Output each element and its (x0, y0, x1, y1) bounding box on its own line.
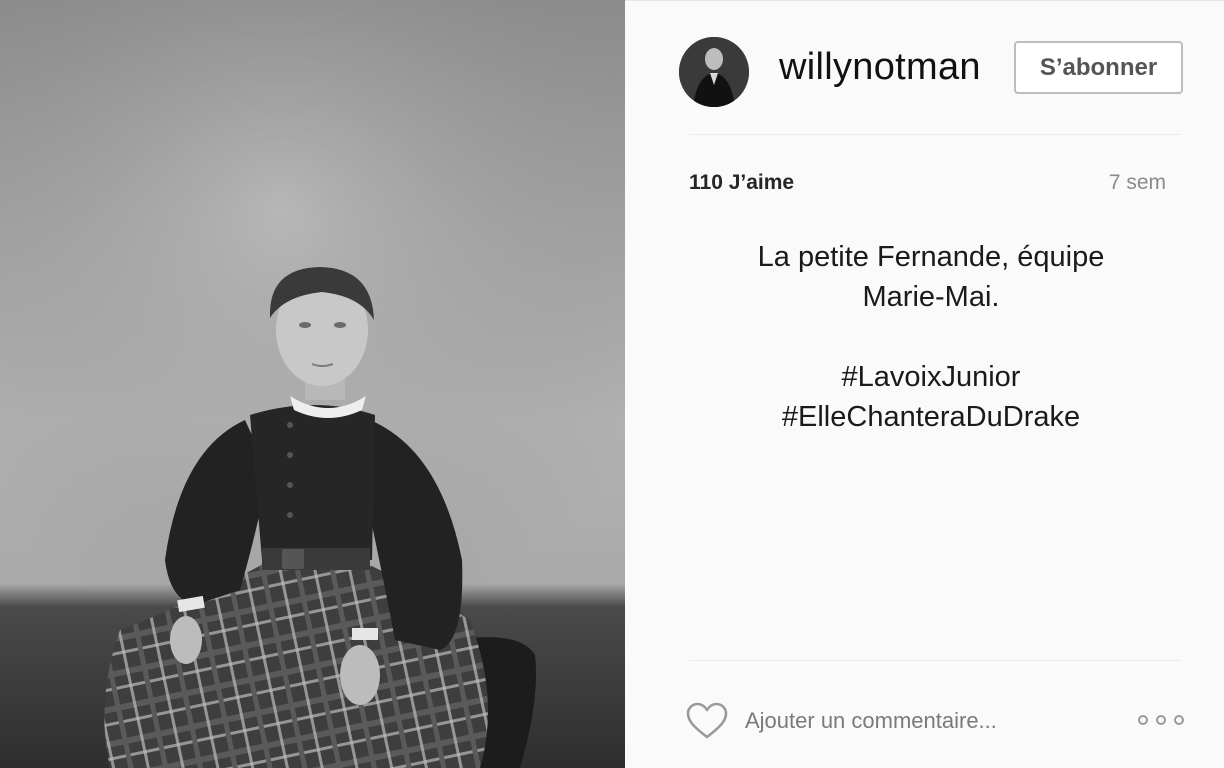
dot-icon (1174, 715, 1184, 725)
post-details-panel: willynotman S’abonner 110 J’aime 7 sem L… (625, 0, 1224, 768)
caption-line: La petite Fernande, équipe (757, 241, 1105, 273)
avatar-portrait-icon (679, 37, 749, 107)
comment-input[interactable] (745, 703, 1125, 739)
dot-icon (1138, 715, 1148, 725)
heart-icon[interactable] (686, 702, 728, 740)
username-link[interactable]: willynotman (779, 43, 981, 91)
header-divider (689, 134, 1181, 135)
avatar[interactable] (679, 37, 749, 107)
follow-button[interactable]: S’abonner (1014, 41, 1183, 94)
comment-footer (625, 661, 1224, 768)
post-caption: La petite Fernande, équipe Marie-Mai. #L… (665, 237, 1197, 437)
dot-icon (1156, 715, 1166, 725)
caption-hashtag[interactable]: #LavoixJunior (665, 357, 1197, 397)
likes-count[interactable]: 110 J’aime (689, 171, 794, 195)
post-photo[interactable] (0, 0, 625, 768)
caption-hashtag[interactable]: #ElleChanteraDuDrake (665, 397, 1197, 437)
post-age[interactable]: 7 sem (1109, 171, 1166, 195)
post-header: willynotman S’abonner (625, 1, 1224, 134)
portrait-girl-image (0, 0, 625, 768)
more-options-icon[interactable] (1138, 710, 1184, 730)
caption-spacer (665, 317, 1197, 357)
caption-line: Marie-Mai. (862, 281, 1000, 313)
